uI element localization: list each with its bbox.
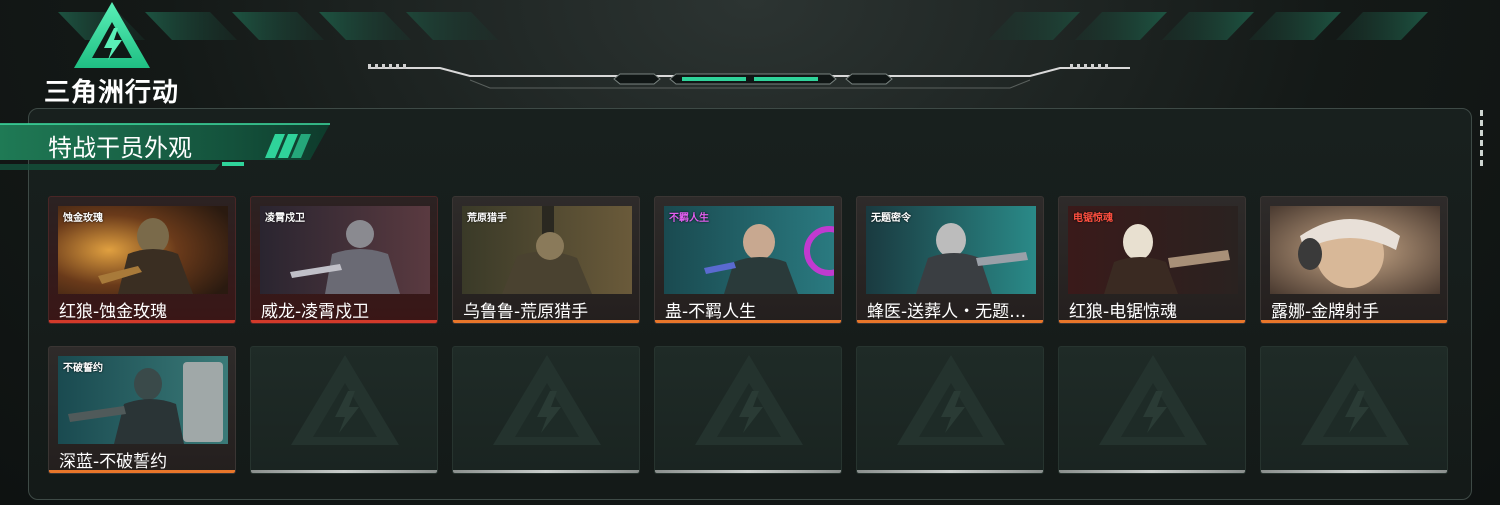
slot-bar <box>251 470 437 473</box>
rarity-bar <box>1059 320 1245 323</box>
rarity-bar <box>49 470 235 473</box>
skin-card[interactable]: 无题密令 蜂医-送葬人・无题… <box>856 196 1044 324</box>
skin-card[interactable]: 凌霄戍卫 威龙-凌霄戍卫 <box>250 196 438 324</box>
skin-name: 威龙-凌霄戍卫 <box>261 302 370 322</box>
skin-thumbnail <box>1270 206 1440 294</box>
thumb-tag: 不羁人生 <box>669 213 709 224</box>
skin-card[interactable]: 荒原猎手 乌鲁鲁-荒原猎手 <box>452 196 640 324</box>
slot-bar <box>655 470 841 473</box>
thumb-tag: 无题密令 <box>871 213 911 224</box>
slot-bar <box>453 470 639 473</box>
skin-card[interactable]: 不羁人生 蛊-不羁人生 <box>654 196 842 324</box>
skin-name: 乌鲁鲁-荒原猎手 <box>463 302 589 322</box>
delta-logo-icon <box>897 355 1005 445</box>
empty-skin-slot[interactable] <box>250 346 438 474</box>
top-header-decoration <box>0 12 1500 89</box>
rarity-bar <box>251 320 437 323</box>
skin-thumbnail: 电锯惊魂 <box>1068 206 1238 294</box>
empty-skin-slot[interactable] <box>856 346 1044 474</box>
rarity-bar <box>1261 320 1447 323</box>
delta-logo-icon <box>695 355 803 445</box>
panel-side-handle[interactable] <box>1480 110 1486 180</box>
skin-name: 红狼-蚀金玫瑰 <box>59 302 168 322</box>
empty-skin-slot[interactable] <box>1058 346 1246 474</box>
thumb-tag: 蚀金玫瑰 <box>63 213 103 224</box>
skin-card[interactable]: 不破誓约 深蓝-不破誓约 <box>48 346 236 474</box>
delta-logo-icon <box>291 355 399 445</box>
slot-bar <box>857 470 1043 473</box>
thumb-tag: 凌霄戍卫 <box>265 213 305 224</box>
delta-logo-icon <box>74 2 150 68</box>
game-logo: 三角洲行动 <box>42 2 182 108</box>
slot-bar <box>1261 470 1447 473</box>
thumb-tag: 电锯惊魂 <box>1073 213 1113 224</box>
skin-name: 红狼-电锯惊魂 <box>1069 302 1178 322</box>
skin-thumbnail: 凌霄戍卫 <box>260 206 430 294</box>
skin-name: 蜂医-送葬人・无题… <box>867 302 1027 322</box>
delta-logo-icon <box>1099 355 1207 445</box>
rarity-bar <box>655 320 841 323</box>
skin-thumbnail: 荒原猎手 <box>462 206 632 294</box>
empty-skin-slot[interactable] <box>452 346 640 474</box>
skin-thumbnail: 不破誓约 <box>58 356 228 444</box>
thumb-tag: 不破誓约 <box>63 363 103 374</box>
skin-card[interactable]: 蚀金玫瑰 红狼-蚀金玫瑰 <box>48 196 236 324</box>
game-logo-text: 三角洲行动 <box>44 78 180 108</box>
skin-thumbnail: 不羁人生 <box>664 206 834 294</box>
empty-skin-slot[interactable] <box>654 346 842 474</box>
skin-card[interactable]: 电锯惊魂 红狼-电锯惊魂 <box>1058 196 1246 324</box>
skin-name: 深蓝-不破誓约 <box>59 452 168 472</box>
skin-name: 露娜-金牌射手 <box>1271 302 1380 322</box>
delta-logo-icon <box>493 355 601 445</box>
rarity-bar <box>857 320 1043 323</box>
delta-logo-icon <box>1301 355 1409 445</box>
rarity-bar <box>453 320 639 323</box>
empty-skin-slot[interactable] <box>1260 346 1448 474</box>
section-title: 特战干员外观 <box>48 134 192 162</box>
rarity-bar <box>49 320 235 323</box>
skin-name: 蛊-不羁人生 <box>665 302 757 322</box>
skin-thumbnail: 无题密令 <box>866 206 1036 294</box>
skin-thumbnail: 蚀金玫瑰 <box>58 206 228 294</box>
thumb-tag: 荒原猎手 <box>467 213 507 224</box>
skin-card[interactable]: 露娜-金牌射手 <box>1260 196 1448 324</box>
slot-bar <box>1059 470 1245 473</box>
